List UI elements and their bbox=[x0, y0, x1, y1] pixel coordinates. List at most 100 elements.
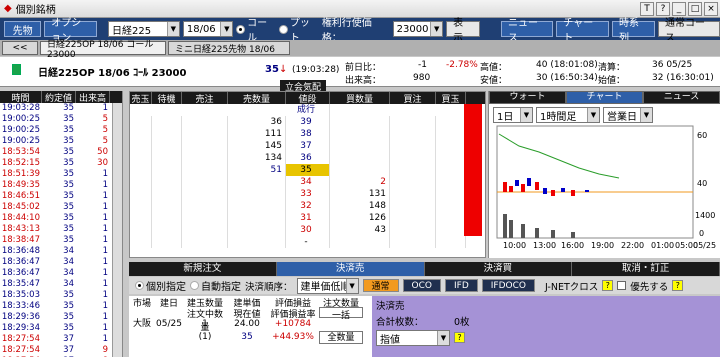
oco-button[interactable]: OCO bbox=[402, 279, 441, 292]
ts-volume: 1 bbox=[102, 213, 108, 223]
book-empty-cell bbox=[436, 128, 466, 140]
individual-radio[interactable]: 個別指定 bbox=[135, 278, 186, 293]
table-row[interactable]: 32 148 bbox=[130, 200, 485, 212]
help-icon[interactable]: ? bbox=[454, 332, 465, 343]
table-row: 18:49:35 35 1 bbox=[0, 180, 122, 191]
help-icon[interactable]: ? bbox=[602, 280, 614, 291]
book-price[interactable]: 39 bbox=[286, 116, 330, 128]
table-row[interactable]: 134 36 bbox=[130, 152, 485, 164]
book-buy[interactable]: 43 bbox=[330, 224, 390, 236]
strike-select[interactable]: 23000 ▼ bbox=[392, 21, 444, 37]
chevron-down-icon: ▼ bbox=[587, 108, 599, 122]
period-select[interactable]: 1日 ▼ bbox=[493, 107, 533, 123]
hdr-buy-qty: 買数量 bbox=[330, 92, 390, 105]
book-sell[interactable] bbox=[228, 200, 286, 212]
book-sell[interactable] bbox=[228, 176, 286, 188]
open-label: 始値： bbox=[598, 76, 626, 86]
book-sell[interactable] bbox=[228, 224, 286, 236]
book-price[interactable]: 37 bbox=[286, 140, 330, 152]
radio-checked-icon bbox=[236, 24, 246, 34]
tab-new-order[interactable]: 新規注文 bbox=[129, 262, 277, 276]
tab-chart[interactable]: チャート bbox=[566, 91, 643, 104]
table-row[interactable]: 36 39 bbox=[130, 116, 485, 128]
book-sell[interactable] bbox=[228, 212, 286, 224]
table-row[interactable]: 145 37 bbox=[130, 140, 485, 152]
book-sell[interactable]: 145 bbox=[228, 140, 286, 152]
table-row[interactable]: 34 2 bbox=[130, 176, 485, 188]
book-empty-cell bbox=[130, 128, 152, 140]
table-row[interactable]: - bbox=[130, 236, 485, 248]
book-price[interactable]: 35 bbox=[286, 164, 330, 176]
book-buy[interactable]: 126 bbox=[330, 212, 390, 224]
normal-order-button[interactable]: 通常 bbox=[362, 279, 399, 292]
book-sell[interactable]: 51 bbox=[228, 164, 286, 176]
timeseries-button[interactable]: 時系列 bbox=[611, 18, 656, 44]
tab-close-sell[interactable]: 決済売 bbox=[276, 262, 425, 276]
table-row[interactable]: 30 43 bbox=[130, 224, 485, 236]
table-row[interactable]: 111 38 bbox=[130, 128, 485, 140]
book-buy[interactable] bbox=[330, 140, 390, 152]
tab-cancel-modify[interactable]: 取消・訂正 bbox=[572, 262, 720, 276]
book-price[interactable]: 34 bbox=[286, 176, 330, 188]
book-buy[interactable] bbox=[330, 164, 390, 176]
session-select[interactable]: 営業日 ▼ bbox=[603, 107, 653, 123]
futures-button[interactable]: 先物 bbox=[4, 21, 42, 37]
full-quantity-button[interactable]: 全数量 bbox=[319, 331, 363, 344]
book-price[interactable]: - bbox=[286, 236, 330, 248]
book-price[interactable]: 33 bbox=[286, 188, 330, 200]
tab-quote[interactable]: ウォート bbox=[489, 91, 566, 104]
ifd-button[interactable]: IFD bbox=[444, 279, 478, 292]
book-empty-cell bbox=[182, 152, 228, 164]
book-sell[interactable]: 134 bbox=[228, 152, 286, 164]
book-sell[interactable]: 36 bbox=[228, 116, 286, 128]
book-buy[interactable] bbox=[330, 128, 390, 140]
tab-nk225op[interactable]: 日経225OP 18/06 コール 23000 bbox=[40, 40, 166, 60]
ask-depth-bar bbox=[464, 104, 482, 236]
tab-news[interactable]: ニュース bbox=[643, 91, 720, 104]
book-buy[interactable] bbox=[330, 152, 390, 164]
table-row[interactable]: 33 131 bbox=[130, 188, 485, 200]
auto-radio[interactable]: 自動指定 bbox=[190, 278, 241, 293]
show-button[interactable]: 表示 bbox=[446, 18, 480, 44]
book-buy[interactable]: 131 bbox=[330, 188, 390, 200]
interval-select[interactable]: 1時間足 ▼ bbox=[536, 107, 600, 123]
tab-prev[interactable]: << bbox=[2, 41, 38, 55]
news-button[interactable]: ニュース bbox=[501, 18, 554, 44]
table-row: 18:52:15 35 30 bbox=[0, 158, 122, 169]
price-type-select[interactable]: 指値 ▼ bbox=[376, 330, 450, 346]
order-sort-select[interactable]: 建単価低順 ▼ bbox=[296, 277, 359, 294]
book-buy[interactable] bbox=[330, 236, 390, 248]
table-row[interactable]: 51 35 bbox=[130, 164, 485, 176]
book-buy[interactable] bbox=[330, 116, 390, 128]
all-at-once-button[interactable]: 一括 bbox=[319, 307, 363, 321]
book-buy[interactable]: 2 bbox=[330, 176, 390, 188]
index-select[interactable]: 日経225 ▼ bbox=[108, 21, 180, 37]
book-price[interactable]: 30 bbox=[286, 224, 330, 236]
normal-course-button[interactable]: 通常コース bbox=[658, 18, 720, 44]
table-row[interactable]: 31 126 bbox=[130, 212, 485, 224]
market-order-label[interactable]: 成行 bbox=[286, 104, 330, 116]
option-button[interactable]: オプション bbox=[44, 18, 97, 44]
book-sell[interactable] bbox=[228, 188, 286, 200]
tab-mini-futures[interactable]: ミニ日経225先物 18/06 bbox=[168, 41, 290, 55]
book-sell[interactable] bbox=[228, 236, 286, 248]
price-chart[interactable]: 60 40 1400 0 10:00 13:00 16:00 19:00 22:… bbox=[489, 124, 720, 256]
book-price[interactable]: 38 bbox=[286, 128, 330, 140]
book-price[interactable]: 36 bbox=[286, 152, 330, 164]
tab-close-buy[interactable]: 決済買 bbox=[425, 262, 573, 276]
pos-hdr-current: 現在値 bbox=[233, 310, 261, 320]
book-price[interactable]: 32 bbox=[286, 200, 330, 212]
chart-button[interactable]: チャート bbox=[556, 18, 609, 44]
book-empty-cell bbox=[436, 140, 466, 152]
book-buy[interactable]: 148 bbox=[330, 200, 390, 212]
table-row: 18:38:47 35 1 bbox=[0, 235, 122, 246]
priority-checkbox[interactable] bbox=[617, 281, 627, 290]
ifdoco-button[interactable]: IFDOCO bbox=[481, 279, 535, 292]
month-select[interactable]: 18/06 ▼ bbox=[182, 21, 234, 37]
ts-price: 35 bbox=[63, 290, 74, 300]
ts-volume: 1 bbox=[102, 323, 108, 333]
book-sell[interactable]: 111 bbox=[228, 128, 286, 140]
help-icon[interactable]: ? bbox=[672, 280, 684, 291]
book-price[interactable]: 31 bbox=[286, 212, 330, 224]
ts-scrollbar[interactable] bbox=[112, 103, 122, 357]
